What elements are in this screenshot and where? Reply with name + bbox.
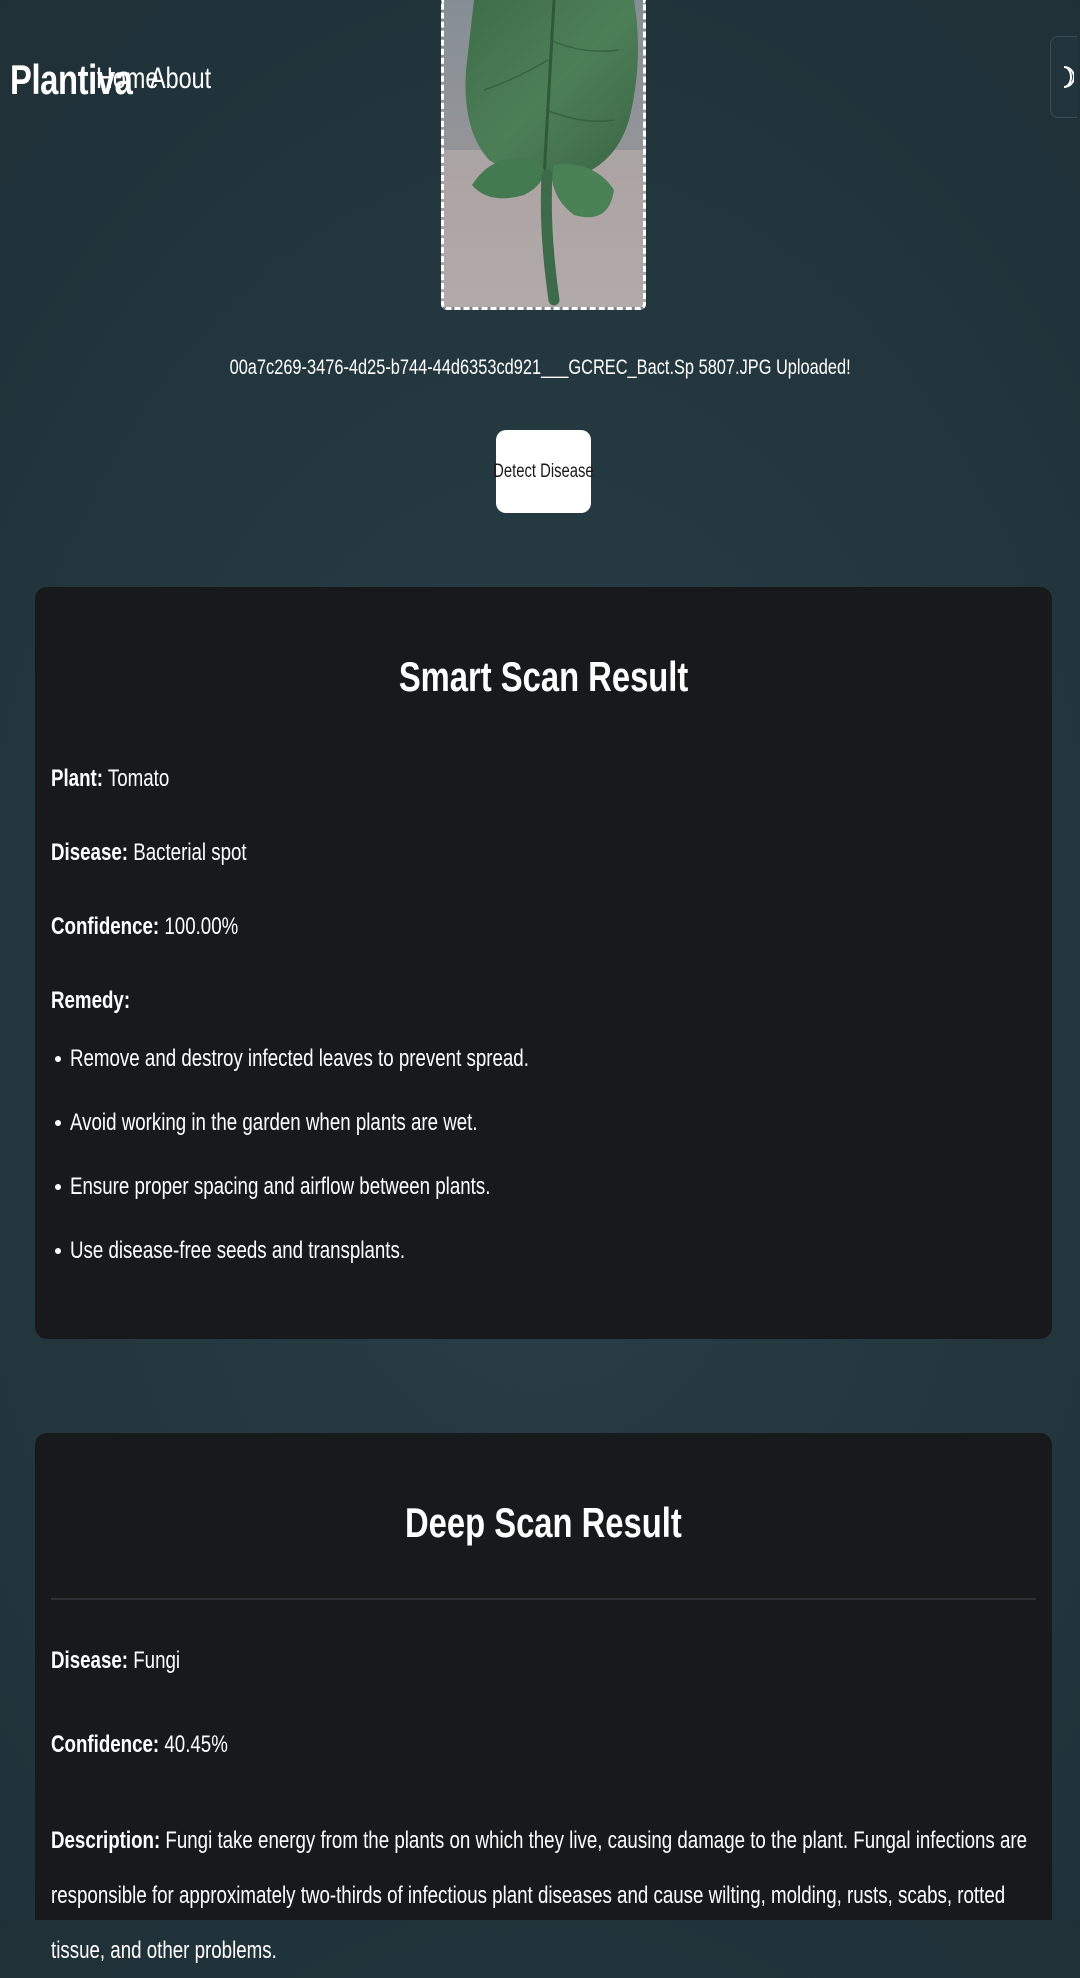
remedy-text: Avoid working in the garden when plants …: [70, 1109, 478, 1136]
confidence-value: 100.00%: [164, 913, 239, 940]
disease-value: Bacterial spot: [133, 839, 247, 866]
deep-confidence-label: Confidence:: [51, 1731, 160, 1758]
deep-scan-result-card: Deep Scan Result Disease: Fungi Confiden…: [35, 1433, 1052, 1964]
leaf-photo: [444, 0, 643, 307]
remedy-label: Remedy:: [51, 987, 131, 1014]
upload-status-text: 00a7c269-3476-4d25-b744-44d6353cd921___G…: [0, 356, 1080, 380]
bullet-icon: [55, 1248, 61, 1254]
list-item: Ensure proper spacing and airflow betwee…: [51, 1155, 658, 1219]
deep-description: Description: Fungi take energy from the …: [51, 1813, 1036, 1978]
plant-value: Tomato: [107, 765, 170, 792]
list-item: Use disease-free seeds and transplants.: [51, 1219, 658, 1283]
plant-label: Plant:: [51, 765, 104, 792]
plant-field: Plant: Tomato: [51, 765, 203, 793]
bullet-icon: [55, 1056, 61, 1062]
detect-disease-button-label: Detect Disease: [493, 460, 594, 482]
list-item: Remove and destroy infected leaves to pr…: [51, 1027, 658, 1091]
uploaded-leaf-image[interactable]: [441, 0, 646, 310]
deep-confidence-field: Confidence: 40.45%: [51, 1731, 278, 1759]
smart-scan-result-card: Smart Scan Result Plant: Tomato Disease:…: [35, 587, 1052, 1339]
remedy-text: Use disease-free seeds and transplants.: [70, 1237, 406, 1264]
remedy-text: Remove and destroy infected leaves to pr…: [70, 1045, 529, 1072]
remedy-list: Remove and destroy infected leaves to pr…: [51, 1027, 658, 1283]
confidence-field: Confidence: 100.00%: [51, 913, 291, 941]
disease-label: Disease:: [51, 839, 129, 866]
upload-status-label: 00a7c269-3476-4d25-b744-44d6353cd921___G…: [229, 356, 851, 379]
deep-disease-value: Fungi: [133, 1647, 181, 1674]
deep-scan-title-text: Deep Scan Result: [405, 1499, 682, 1546]
detect-disease-button[interactable]: Detect Disease: [493, 430, 594, 513]
disease-field: Disease: Bacterial spot: [51, 839, 302, 867]
deep-disease-field: Disease: Fungi: [51, 1647, 216, 1675]
smart-scan-title-text: Smart Scan Result: [398, 653, 689, 700]
deep-scan-title: Deep Scan Result: [35, 1499, 1052, 1547]
deep-confidence-value: 40.45%: [164, 1731, 228, 1758]
list-item: Avoid working in the garden when plants …: [51, 1091, 658, 1155]
remedy-text: Ensure proper spacing and airflow betwee…: [70, 1173, 491, 1200]
divider: [51, 1598, 1036, 1600]
theme-toggle-button[interactable]: [1050, 36, 1077, 118]
nav-link-about-label: About: [150, 62, 212, 95]
description-label: Description:: [51, 1827, 161, 1854]
deep-disease-label: Disease:: [51, 1647, 129, 1674]
remedy-heading: Remedy:: [51, 987, 152, 1015]
description-value: Fungi take energy from the plants on whi…: [51, 1827, 1028, 1964]
moon-icon: [1063, 66, 1074, 88]
nav-link-about[interactable]: About: [150, 62, 228, 96]
confidence-label: Confidence:: [51, 913, 160, 940]
smart-scan-title: Smart Scan Result: [35, 653, 1052, 701]
bullet-icon: [55, 1184, 61, 1190]
bullet-icon: [55, 1120, 61, 1126]
